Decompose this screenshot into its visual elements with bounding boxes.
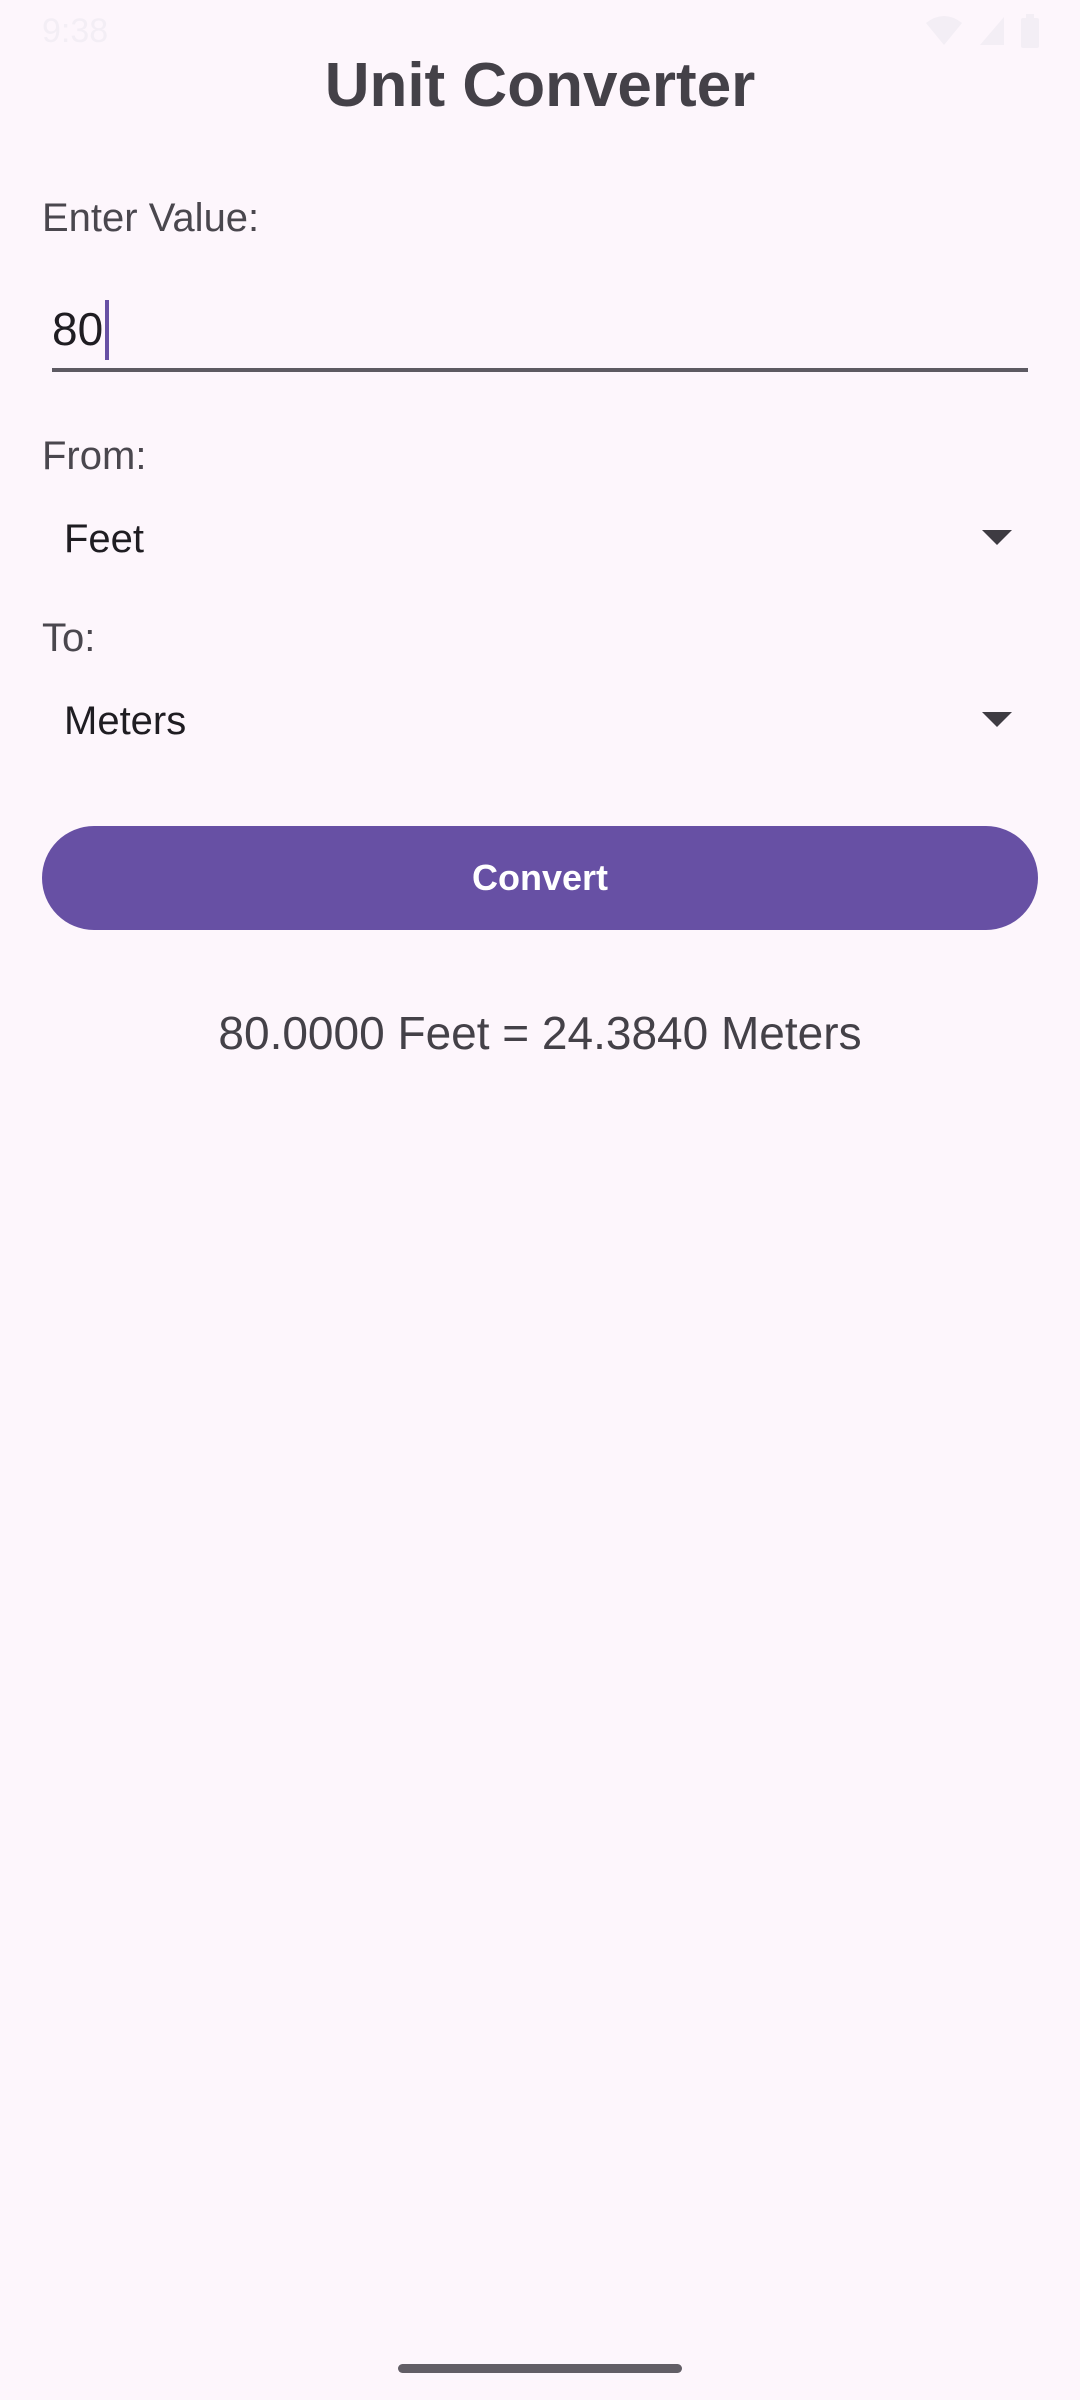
- from-unit-dropdown[interactable]: Feet: [42, 494, 1012, 584]
- signal-icon: [978, 15, 1006, 47]
- to-unit-dropdown[interactable]: Meters: [42, 676, 1012, 766]
- result-text: 80.0000 Feet = 24.3840 Meters: [218, 1007, 862, 1059]
- gesture-nav-handle[interactable]: [398, 2364, 682, 2373]
- to-unit-value: Meters: [64, 699, 187, 743]
- wifi-icon: [924, 15, 964, 47]
- dropdown-arrow-icon: [982, 530, 1012, 545]
- value-input-text: 80: [52, 290, 110, 368]
- page-title: Unit Converter: [324, 51, 756, 120]
- value-input[interactable]: 80: [52, 290, 1028, 372]
- enter-value-label: Enter Value:: [42, 196, 260, 240]
- from-label: From:: [42, 434, 147, 478]
- to-label: To:: [42, 616, 96, 660]
- text-cursor: [105, 299, 110, 360]
- from-unit-value: Feet: [64, 517, 145, 561]
- value-input-value: 80: [52, 303, 104, 355]
- battery-icon: [1020, 14, 1040, 48]
- dropdown-arrow-icon: [982, 712, 1012, 727]
- convert-button[interactable]: Convert: [42, 826, 1038, 930]
- status-icons: [924, 14, 1040, 48]
- status-time: 9:38: [42, 12, 109, 50]
